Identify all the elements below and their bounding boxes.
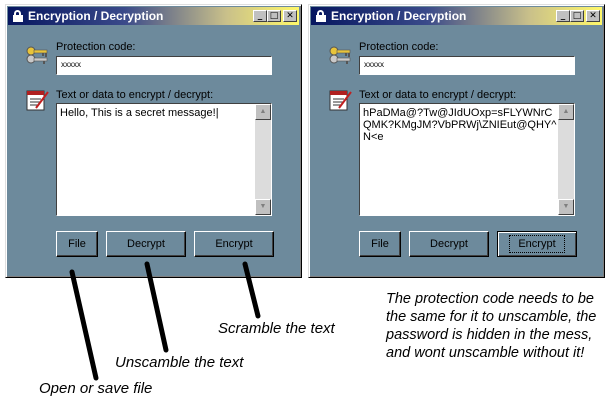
annotation-unscramble: Unscamble the text — [115, 354, 244, 371]
annotation-protection-note: The protection code needs to be the same… — [386, 291, 597, 361]
annotation-open-save: Open or save file — [39, 380, 153, 397]
annotation-scramble: Scramble the text — [218, 320, 335, 337]
pointer-scramble — [242, 261, 261, 319]
pointer-unscramble — [144, 261, 169, 353]
pointer-open-save — [69, 269, 99, 381]
